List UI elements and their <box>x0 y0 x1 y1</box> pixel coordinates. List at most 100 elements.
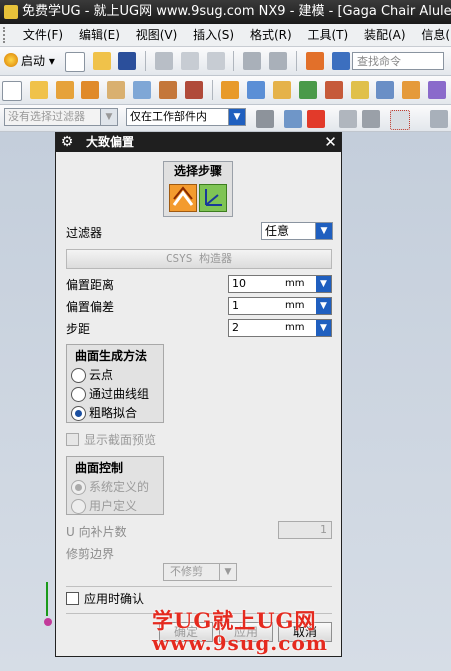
new-file-icon[interactable] <box>64 52 85 72</box>
pattern-icon[interactable] <box>221 81 240 99</box>
copy-icon[interactable] <box>180 52 199 70</box>
confirm-on-apply-label: 应用时确认 <box>84 592 145 606</box>
dialog-title-bar[interactable]: ⚙ 大致偏置 ✕ <box>56 133 341 152</box>
confirm-on-apply-checkbox[interactable]: 应用时确认 <box>66 591 144 607</box>
trim-body-icon[interactable] <box>350 81 369 99</box>
menu-tools[interactable]: 工具(T) <box>301 24 354 46</box>
move-face-icon[interactable] <box>428 81 447 99</box>
surface-control-title: 曲面控制 <box>75 461 124 475</box>
menu-format[interactable]: 格式(R) <box>244 24 298 46</box>
snap-icon[interactable] <box>305 52 324 70</box>
offset-deviation-field[interactable]: 1 mm ▼ <box>228 297 332 315</box>
filter-dropdown[interactable]: 任意 ▼ <box>261 222 333 240</box>
save-icon[interactable] <box>118 52 137 70</box>
menu-insert[interactable]: 插入(S) <box>187 24 240 46</box>
extrude-icon[interactable] <box>55 81 74 99</box>
draft-icon[interactable] <box>402 81 421 99</box>
snap-point-icon[interactable] <box>307 110 325 128</box>
radio-system-defined[interactable]: 系统定义的 <box>67 478 163 497</box>
radio-icon <box>71 368 86 383</box>
u-patches-label: U 向补片数 <box>66 525 127 539</box>
general-selection-icon[interactable] <box>256 110 274 128</box>
toolbar-grip-icon[interactable] <box>3 27 9 43</box>
divider <box>66 586 332 587</box>
paste-icon[interactable] <box>206 52 225 70</box>
checkbox-icon <box>66 592 79 605</box>
feature-toolbar <box>0 76 451 105</box>
radio-cloud-point[interactable]: 云点 <box>67 366 163 385</box>
command-finder-icon[interactable] <box>331 52 350 70</box>
watermark-line-2: www.9sug.com <box>152 631 328 655</box>
offset-deviation-label: 偏置偏差 <box>66 300 115 314</box>
edge-blend-icon[interactable] <box>133 81 152 99</box>
show-section-preview-label: 显示截面预览 <box>84 433 157 447</box>
select-faces-step-icon[interactable] <box>169 184 197 212</box>
wcs-axis-triad <box>44 582 52 626</box>
hole-icon[interactable] <box>107 81 126 99</box>
selection-filter-value: 没有选择过滤器 <box>8 110 85 123</box>
value-spinner-icon[interactable]: ▼ <box>316 276 331 292</box>
cut-icon[interactable] <box>155 52 173 70</box>
value-spinner-icon[interactable]: ▼ <box>316 298 331 314</box>
watermark-line-1: 学UG就上UG网 <box>152 608 317 633</box>
radio-selected-icon <box>71 480 86 495</box>
subtract-icon[interactable] <box>298 81 317 99</box>
rectangle-select-icon[interactable] <box>390 110 410 130</box>
shell-icon[interactable] <box>184 81 203 99</box>
body-select-icon[interactable] <box>430 110 448 128</box>
gear-icon[interactable]: ⚙ <box>59 134 75 150</box>
close-icon[interactable]: ✕ <box>322 134 339 151</box>
show-section-preview-checkbox[interactable]: 显示截面预览 <box>66 432 156 448</box>
offset-deviation-unit: mm <box>285 300 305 311</box>
selection-filter-dropdown[interactable]: 没有选择过滤器 ▼ <box>4 108 118 126</box>
u-patches-field[interactable]: 1 <box>278 521 332 539</box>
menu-information[interactable]: 信息( <box>415 24 451 46</box>
csys-constructor-button[interactable]: CSYS 构造器 <box>66 249 332 269</box>
step-unit: mm <box>285 322 305 333</box>
point-icon[interactable] <box>339 110 357 128</box>
search-command-input[interactable]: 查找命令 <box>352 52 444 70</box>
menu-edit[interactable]: 编辑(E) <box>73 24 126 46</box>
selection-icon[interactable] <box>2 81 22 101</box>
menu-view[interactable]: 视图(V) <box>130 24 184 46</box>
trim-boundary-label: 修剪边界 <box>66 547 115 561</box>
selection-scope-value: 仅在工作部件内 <box>130 110 207 123</box>
toolbar-separator <box>211 80 213 100</box>
offset-distance-label: 偏置距离 <box>66 278 115 292</box>
select-feature-icon[interactable] <box>284 110 302 128</box>
select-steps-group: 选择步骤 <box>163 161 233 217</box>
trim-boundary-dropdown[interactable]: 不修剪 ▼ <box>163 563 237 581</box>
value-spinner-icon[interactable]: ▼ <box>316 320 331 336</box>
radio-rough-fit[interactable]: 粗略拟合 <box>67 404 163 423</box>
revolve-icon[interactable] <box>81 81 100 99</box>
selection-bar: 没有选择过滤器 ▼ 仅在工作部件内 ▼ <box>0 105 451 132</box>
filter-label: 过滤器 <box>66 226 103 240</box>
step-field[interactable]: 2 mm ▼ <box>228 319 332 337</box>
chamfer-icon[interactable] <box>158 81 177 99</box>
select-by-region-icon[interactable] <box>362 110 380 128</box>
radio-user-defined[interactable]: 用户定义 <box>67 497 163 516</box>
filter-value: 任意 <box>265 224 290 238</box>
intersect-icon[interactable] <box>324 81 343 99</box>
selection-scope-dropdown[interactable]: 仅在工作部件内 ▼ <box>126 108 246 126</box>
undo-icon[interactable] <box>243 52 262 70</box>
sketch-icon[interactable] <box>29 81 48 99</box>
start-button[interactable]: 启动 ▾ <box>4 52 55 70</box>
radio-through-curves[interactable]: 通过曲线组 <box>67 385 163 404</box>
offset-distance-field[interactable]: 10 mm ▼ <box>228 275 332 293</box>
open-folder-icon[interactable] <box>92 52 111 70</box>
menu-assemblies[interactable]: 装配(A) <box>358 24 412 46</box>
unite-icon[interactable] <box>273 81 292 99</box>
step-label: 步距 <box>66 322 91 336</box>
mirror-icon[interactable] <box>247 81 266 99</box>
rough-offset-dialog: ⚙ 大致偏置 ✕ 选择步骤 过滤器 任意 ▼ CSYS 构造器 偏置距离 10 … <box>55 132 342 657</box>
offset-distance-unit: mm <box>285 278 305 289</box>
menu-file[interactable]: 文件(F) <box>17 24 69 46</box>
radio-label: 通过曲线组 <box>89 387 150 401</box>
offset-face-icon[interactable] <box>376 81 395 99</box>
csys-step-icon[interactable] <box>199 184 227 212</box>
nx-app-icon <box>4 5 18 19</box>
redo-icon[interactable] <box>269 52 288 70</box>
window-title-bar: 免费学UG - 就上UG网 www.9sug.com NX9 - 建模 - [G… <box>0 0 451 24</box>
step-value: 2 <box>232 321 239 334</box>
